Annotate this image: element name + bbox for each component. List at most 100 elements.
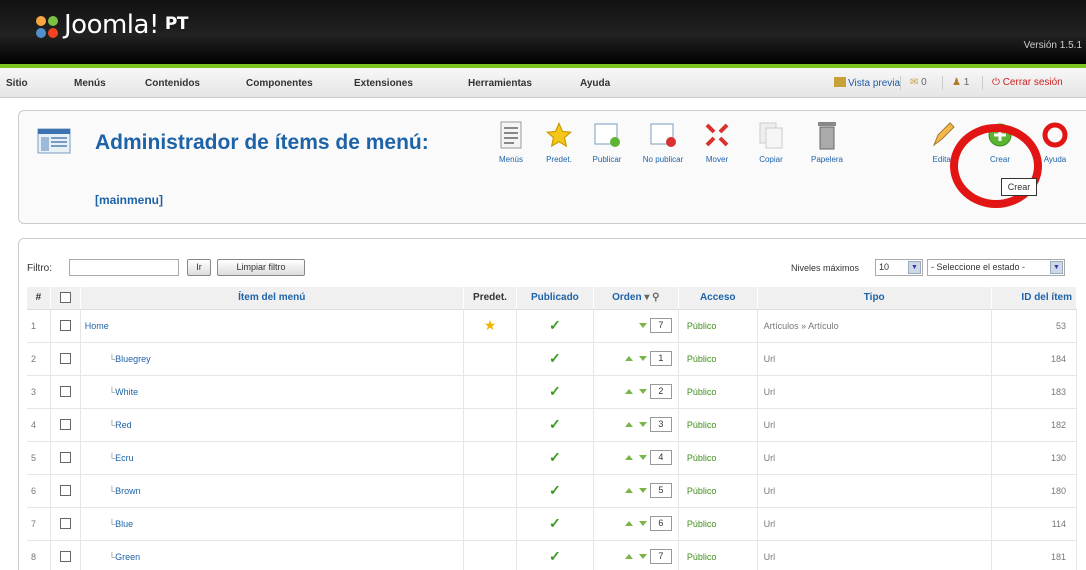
- filter-input[interactable]: [69, 259, 179, 276]
- col-order[interactable]: Orden ▾ ⚲: [593, 287, 679, 310]
- access-cell[interactable]: Público: [678, 474, 758, 508]
- access-cell[interactable]: Público: [678, 408, 758, 442]
- item-link[interactable]: Green: [115, 552, 140, 562]
- published-check-icon[interactable]: ✓: [549, 383, 561, 399]
- move-up-icon[interactable]: [624, 389, 633, 395]
- order-input[interactable]: 3: [649, 417, 672, 432]
- row-number: 5: [27, 441, 51, 475]
- published-check-icon[interactable]: ✓: [549, 350, 561, 366]
- unpublish-button[interactable]: No publicar: [635, 119, 691, 175]
- col-published[interactable]: Publicado: [516, 287, 594, 310]
- col-id[interactable]: ID del ítem: [991, 287, 1078, 310]
- access-cell[interactable]: Público: [678, 540, 758, 570]
- item-link[interactable]: Blue: [115, 519, 133, 529]
- users-link[interactable]: ♟ 1: [952, 77, 969, 88]
- row-checkbox[interactable]: [59, 320, 71, 332]
- move-up-icon[interactable]: [624, 554, 633, 560]
- main-menubar: Sitio Menús Contenidos Componentes Exten…: [0, 68, 1086, 98]
- default-star-icon[interactable]: ★: [484, 317, 497, 333]
- default-cell: [463, 375, 518, 409]
- item-link[interactable]: Bluegrey: [115, 354, 151, 364]
- item-link[interactable]: Home: [85, 321, 109, 331]
- messages-link[interactable]: ✉ 0: [910, 77, 927, 88]
- order-input[interactable]: 4: [649, 450, 672, 465]
- order-input[interactable]: 7: [649, 318, 672, 333]
- messages-icon: ✉: [910, 77, 919, 88]
- row-checkbox[interactable]: [59, 551, 71, 563]
- move-down-icon[interactable]: [638, 389, 647, 395]
- logout-link[interactable]: ⏻ Cerrar sesión: [992, 77, 1063, 88]
- row-select-cell: [50, 342, 81, 376]
- published-check-icon[interactable]: ✓: [549, 515, 561, 531]
- move-button[interactable]: Mover: [689, 119, 745, 175]
- publish-button[interactable]: Publicar: [579, 119, 635, 175]
- id-cell: 180: [991, 474, 1078, 508]
- order-input[interactable]: 1: [649, 351, 672, 366]
- save-order-icon[interactable]: ▾ ⚲: [644, 292, 659, 303]
- item-link[interactable]: Ecru: [115, 453, 134, 463]
- order-cell: 7: [593, 540, 679, 570]
- move-down-icon[interactable]: [638, 521, 647, 527]
- id-cell: 183: [991, 375, 1078, 409]
- move-up-icon[interactable]: [624, 521, 633, 527]
- order-input[interactable]: 6: [649, 516, 672, 531]
- table-row: 6 └Brown ✓ 5 Público Url 180: [27, 474, 1078, 508]
- access-cell[interactable]: Público: [678, 375, 758, 409]
- menu-contenidos[interactable]: Contenidos: [145, 78, 200, 89]
- chevron-down-icon: ▼: [1050, 261, 1063, 274]
- published-check-icon[interactable]: ✓: [549, 317, 561, 333]
- col-access[interactable]: Acceso: [678, 287, 758, 310]
- published-check-icon[interactable]: ✓: [549, 548, 561, 564]
- preview-link[interactable]: Vista previa: [834, 77, 900, 89]
- item-link[interactable]: White: [115, 387, 138, 397]
- item-cell: └Bluegrey: [80, 342, 464, 376]
- order-input[interactable]: 7: [649, 549, 672, 564]
- item-link[interactable]: Brown: [115, 486, 141, 496]
- menu-extensiones[interactable]: Extensiones: [354, 78, 413, 89]
- row-checkbox[interactable]: [59, 419, 71, 431]
- trash-button[interactable]: Papelera: [799, 119, 855, 175]
- access-cell[interactable]: Público: [678, 309, 758, 343]
- move-down-icon[interactable]: [638, 488, 647, 494]
- move-up-icon[interactable]: [624, 356, 633, 362]
- levels-select[interactable]: 10 ▼: [875, 259, 923, 276]
- move-down-icon[interactable]: [638, 356, 647, 362]
- logout-label: Cerrar sesión: [1002, 77, 1063, 88]
- preview-icon: [834, 77, 846, 87]
- select-all-checkbox[interactable]: [59, 292, 71, 304]
- row-checkbox[interactable]: [59, 518, 71, 530]
- order-input[interactable]: 2: [649, 384, 672, 399]
- menu-menus[interactable]: Menús: [74, 78, 106, 89]
- row-checkbox[interactable]: [59, 485, 71, 497]
- filter-reset-button[interactable]: Limpiar filtro: [217, 259, 305, 276]
- move-down-icon[interactable]: [638, 455, 647, 461]
- menu-ayuda[interactable]: Ayuda: [580, 78, 610, 89]
- move-down-icon[interactable]: [638, 323, 647, 329]
- row-checkbox[interactable]: [59, 452, 71, 464]
- move-down-icon[interactable]: [638, 422, 647, 428]
- access-cell[interactable]: Público: [678, 441, 758, 475]
- menu-componentes[interactable]: Componentes: [246, 78, 313, 89]
- col-type[interactable]: Tipo: [757, 287, 992, 310]
- copy-button[interactable]: Copiar: [743, 119, 799, 175]
- menu-sitio[interactable]: Sitio: [6, 78, 28, 89]
- move-up-icon[interactable]: [624, 455, 633, 461]
- row-checkbox[interactable]: [59, 386, 71, 398]
- state-select[interactable]: - Seleccione el estado - ▼: [927, 259, 1065, 276]
- page-subtitle: [mainmenu]: [95, 193, 164, 207]
- move-up-icon[interactable]: [624, 488, 633, 494]
- item-link[interactable]: Red: [115, 420, 132, 430]
- access-cell[interactable]: Público: [678, 342, 758, 376]
- access-cell[interactable]: Público: [678, 507, 758, 541]
- published-check-icon[interactable]: ✓: [549, 482, 561, 498]
- row-checkbox[interactable]: [59, 353, 71, 365]
- menu-herramientas[interactable]: Herramientas: [468, 78, 532, 89]
- published-check-icon[interactable]: ✓: [549, 449, 561, 465]
- order-cell: 7: [593, 309, 679, 343]
- move-down-icon[interactable]: [638, 554, 647, 560]
- col-item[interactable]: Ítem del menú: [80, 287, 464, 310]
- move-up-icon[interactable]: [624, 422, 633, 428]
- filter-go-button[interactable]: Ir: [187, 259, 211, 276]
- order-input[interactable]: 5: [649, 483, 672, 498]
- published-check-icon[interactable]: ✓: [549, 416, 561, 432]
